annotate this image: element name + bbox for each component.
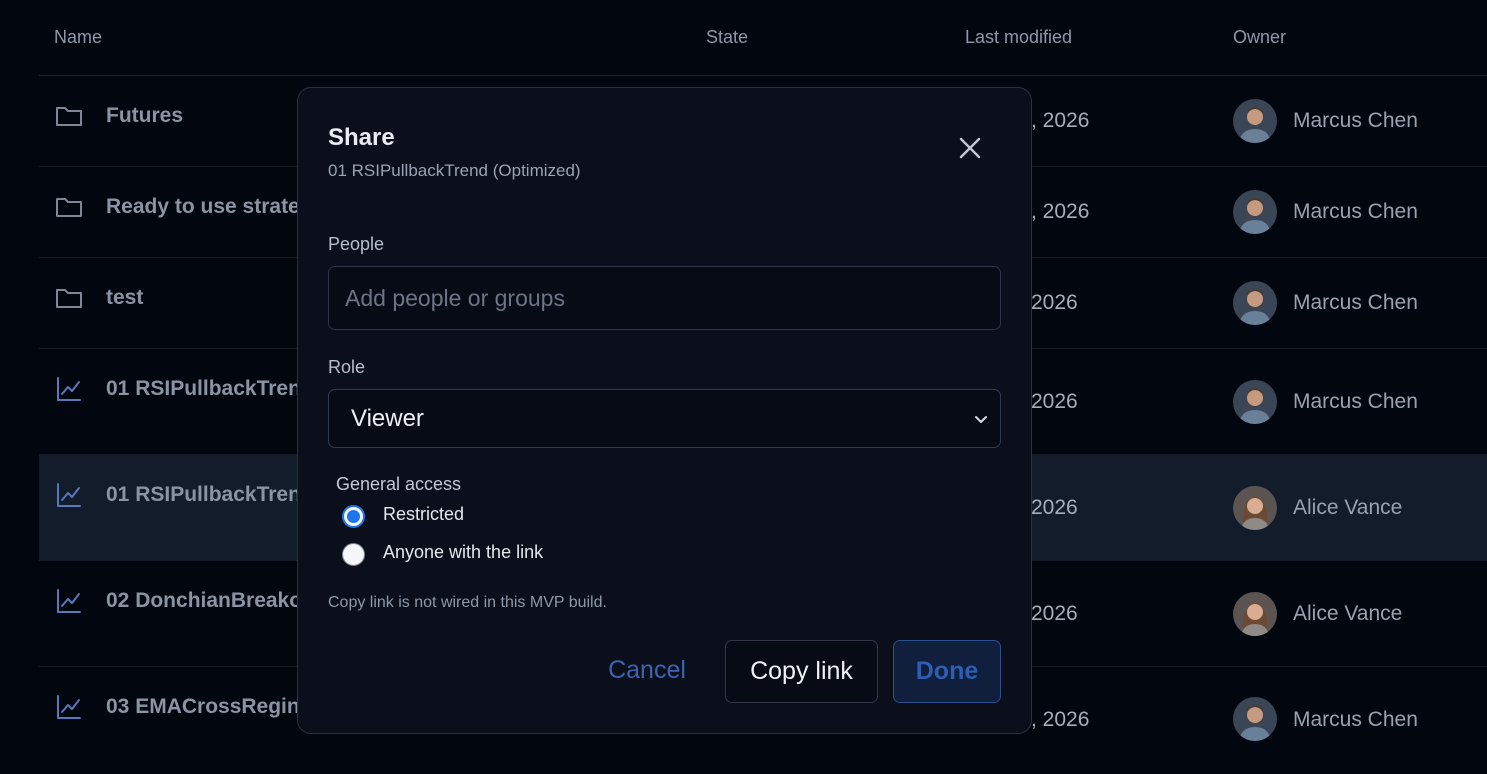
column-header-name[interactable]: Name [54, 27, 102, 48]
chart-line-icon [57, 695, 81, 719]
owner-name: Marcus Chen [1293, 200, 1418, 223]
share-dialog: Share 01 RSIPullbackTrend (Optimized) Pe… [297, 87, 1032, 734]
row-name: Futures [106, 104, 184, 127]
people-label: People [328, 234, 385, 254]
column-header-owner[interactable]: Owner [1233, 27, 1286, 48]
avatar [1233, 281, 1277, 325]
row-last-modified: , 2026 [1031, 708, 1090, 731]
people-input[interactable] [328, 266, 1001, 330]
dialog-title: Share [328, 124, 395, 151]
role-select-value: Viewer [351, 405, 424, 432]
radio-anyone-with-link[interactable] [342, 543, 365, 566]
radio-label: Restricted [383, 504, 465, 524]
row-last-modified: 2026 [1031, 602, 1078, 625]
row-last-modified: 2026 [1031, 390, 1078, 413]
row-last-modified: , 2026 [1031, 109, 1090, 132]
row-name: 03 EMACrossRegin [106, 695, 300, 718]
done-button[interactable]: Done [893, 640, 1001, 703]
avatar [1233, 486, 1277, 530]
row-name: 01 RSIPullbackTren [106, 483, 301, 506]
folder-icon [56, 107, 82, 126]
owner-name: Alice Vance [1293, 602, 1403, 625]
cancel-button[interactable]: Cancel [588, 640, 706, 703]
avatar [1233, 99, 1277, 143]
chart-line-icon [57, 377, 81, 401]
role-label: Role [328, 357, 366, 377]
owner-name: Alice Vance [1293, 496, 1403, 519]
avatar [1233, 380, 1277, 424]
row-last-modified: 2026 [1031, 496, 1078, 519]
owner-name: Marcus Chen [1293, 291, 1418, 314]
row-name: test [106, 286, 144, 309]
owner-name: Marcus Chen [1293, 109, 1418, 132]
row-name: 01 RSIPullbackTren [106, 377, 301, 400]
avatar [1233, 592, 1277, 636]
avatar [1233, 697, 1277, 741]
owner-name: Marcus Chen [1293, 708, 1418, 731]
row-name: 02 DonchianBreako [106, 589, 303, 612]
general-access-label: General access [336, 474, 462, 494]
owner-name: Marcus Chen [1293, 390, 1418, 413]
folder-icon [56, 198, 82, 217]
row-last-modified: 2026 [1031, 291, 1078, 314]
copy-link-button[interactable]: Copy link [725, 640, 878, 703]
chevron-down-icon [975, 416, 987, 423]
folder-icon [56, 289, 82, 308]
radio-restricted[interactable] [342, 505, 365, 528]
chart-line-icon [57, 483, 81, 507]
chart-line-icon [57, 589, 81, 613]
row-last-modified: , 2026 [1031, 200, 1090, 223]
table-header: Name State Last modified Owner [39, 0, 1487, 76]
avatar [1233, 190, 1277, 234]
dialog-subtitle: 01 RSIPullbackTrend (Optimized) [328, 161, 581, 180]
row-name: Ready to use strate [106, 195, 300, 218]
role-select[interactable]: Viewer [328, 389, 1001, 448]
radio-label: Anyone with the link [383, 542, 544, 562]
close-icon[interactable] [954, 132, 986, 164]
column-header-last-modified[interactable]: Last modified [965, 27, 1072, 48]
column-header-state[interactable]: State [706, 27, 748, 48]
copy-link-note: Copy link is not wired in this MVP build… [328, 594, 607, 611]
